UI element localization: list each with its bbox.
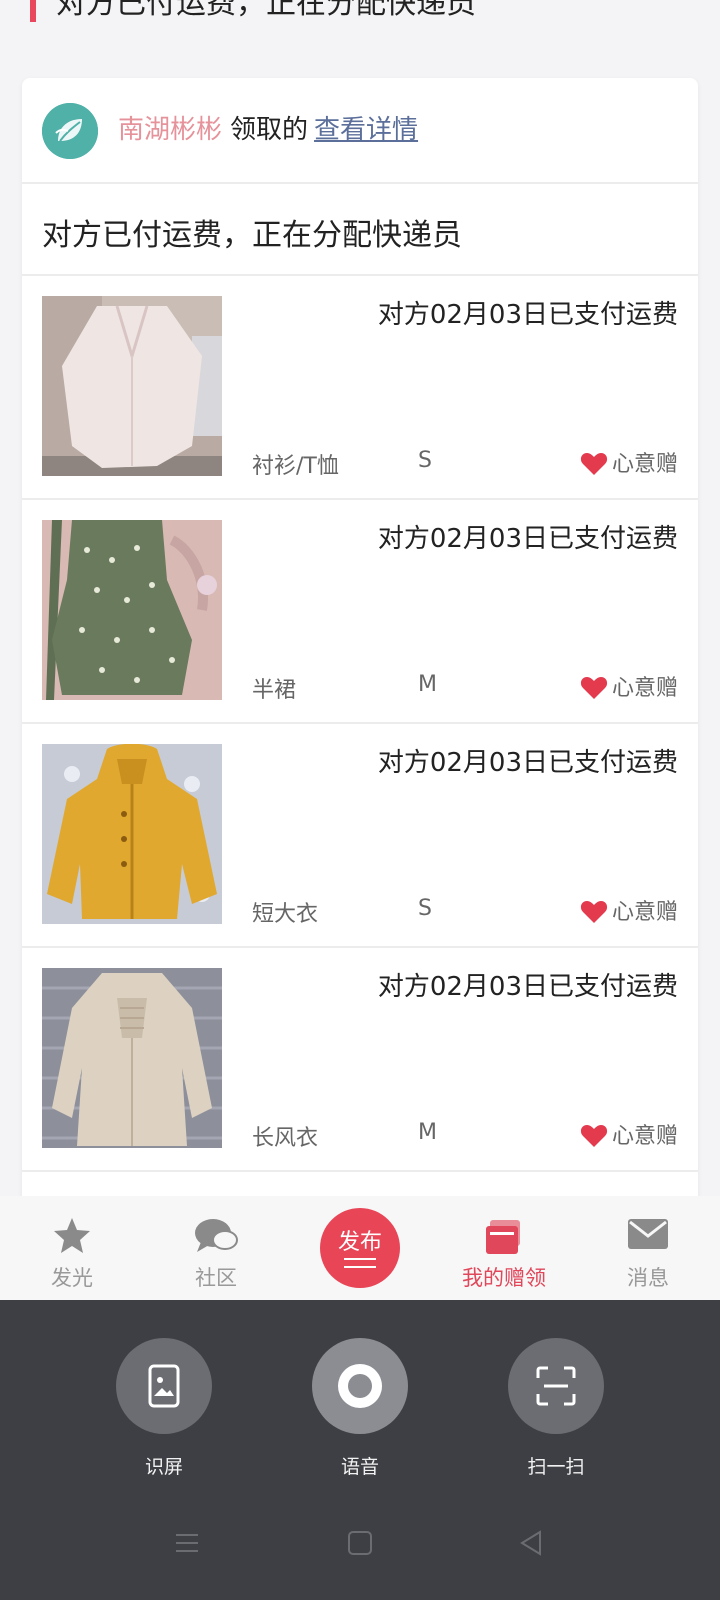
menu-nav-icon[interactable]: [172, 1528, 202, 1562]
screen-recognize-button[interactable]: [116, 1338, 212, 1434]
scan-button[interactable]: [508, 1338, 604, 1434]
item-category: 短大衣: [252, 902, 319, 927]
bottom-tab-bar: 发光 社区 发布 我的赠领 消息: [0, 1196, 720, 1300]
app-screen: 对方已付运费，正在分配快递员 南湖彬彬 领取的 查看详情 对方已付运费，正在分配快递…: [0, 0, 720, 1600]
received-label: 领取的: [230, 115, 309, 145]
home-nav-icon[interactable]: [345, 1528, 375, 1562]
scan-label: 扫一扫: [527, 1456, 585, 1478]
item-size: M: [418, 1120, 437, 1145]
order-status-text: 对方已付运费，正在分配快递员: [42, 218, 462, 253]
payment-status: 对方02月03日已支付运费: [377, 748, 678, 778]
publish-button[interactable]: 发布: [320, 1208, 400, 1288]
item-category: 半裙: [252, 678, 297, 703]
back-nav-icon[interactable]: [516, 1528, 546, 1562]
chat-bubble-icon: [193, 1216, 239, 1260]
item-size: S: [418, 448, 432, 473]
item-photo-shirt[interactable]: [42, 296, 222, 476]
gift-type-tag: 心意赠: [580, 894, 678, 930]
list-item[interactable]: 对方02月03日已支付运费 半裙 M 心意赠: [22, 500, 698, 724]
payment-status: 对方02月03日已支付运费: [377, 524, 678, 554]
payment-status: 对方02月03日已支付运费: [377, 972, 678, 1002]
voice-label: 语音: [340, 1456, 379, 1478]
item-photo-coat[interactable]: [42, 744, 222, 924]
view-details-link[interactable]: 查看详情: [314, 115, 418, 145]
item-photo-trench[interactable]: [42, 968, 222, 1148]
gift-type-tag: 心意赠: [580, 1118, 678, 1154]
item-size: S: [418, 896, 432, 921]
gift-type-label: 心意赠: [611, 676, 678, 701]
user-avatar[interactable]: [42, 103, 98, 159]
item-photo-skirt[interactable]: [42, 520, 222, 700]
gift-box-icon: [484, 1216, 524, 1260]
heart-icon: [580, 676, 608, 706]
tab-label: 发光: [51, 1266, 93, 1290]
list-item[interactable]: 对方02月03日已支付运费 衬衫/T恤 S 心意赠: [22, 276, 698, 500]
gift-type-tag: 心意赠: [580, 446, 678, 482]
order-card: 南湖彬彬 领取的 查看详情 对方已付运费，正在分配快递员 对方02月03日已支付运费: [22, 78, 698, 1228]
section-title: 对方已付运费，正在分配快递员: [56, 0, 476, 21]
publish-icon: [344, 1258, 376, 1274]
tab-label: 消息: [627, 1266, 669, 1290]
envelope-icon: [627, 1216, 669, 1256]
item-category: 长风衣: [252, 1126, 319, 1151]
heart-icon: [580, 452, 608, 482]
card-header-text: 南湖彬彬 领取的 查看详情: [118, 110, 418, 150]
heart-icon: [580, 1124, 608, 1154]
list-item[interactable]: 对方02月03日已支付运费 短大衣 S 心意赠: [22, 724, 698, 948]
item-size: M: [418, 672, 437, 697]
gift-type-tag: 心意赠: [580, 670, 678, 706]
tab-my-gifts[interactable]: 我的赠领: [432, 1196, 576, 1300]
order-status-row: 对方已付运费，正在分配快递员: [22, 184, 698, 276]
assistant-panel: 识屏 语音 扫一扫: [0, 1300, 720, 1600]
screen-recognize-label: 识屏: [144, 1456, 183, 1478]
tab-messages[interactable]: 消息: [576, 1196, 720, 1300]
card-header: 南湖彬彬 领取的 查看详情: [22, 78, 698, 184]
item-category: 衬衫/T恤: [252, 454, 339, 479]
voice-button[interactable]: [312, 1338, 408, 1434]
tab-label: 社区: [195, 1266, 237, 1290]
tab-glow[interactable]: 发光: [0, 1196, 144, 1300]
section-header: 对方已付运费，正在分配快递员: [0, 0, 720, 60]
user-name[interactable]: 南湖彬彬: [118, 115, 222, 145]
tab-label: 我的赠领: [462, 1266, 546, 1290]
tab-community[interactable]: 社区: [144, 1196, 288, 1300]
publish-label: 发布: [337, 1230, 382, 1255]
star-icon: [52, 1216, 92, 1260]
gift-type-label: 心意赠: [611, 900, 678, 925]
gift-type-label: 心意赠: [611, 452, 678, 477]
payment-status: 对方02月03日已支付运费: [377, 300, 678, 330]
heart-icon: [580, 900, 608, 930]
section-accent-bar: [30, 0, 36, 22]
gift-type-label: 心意赠: [611, 1124, 678, 1149]
list-item[interactable]: 对方02月03日已支付运费 长风衣 M 心意赠: [22, 948, 698, 1172]
